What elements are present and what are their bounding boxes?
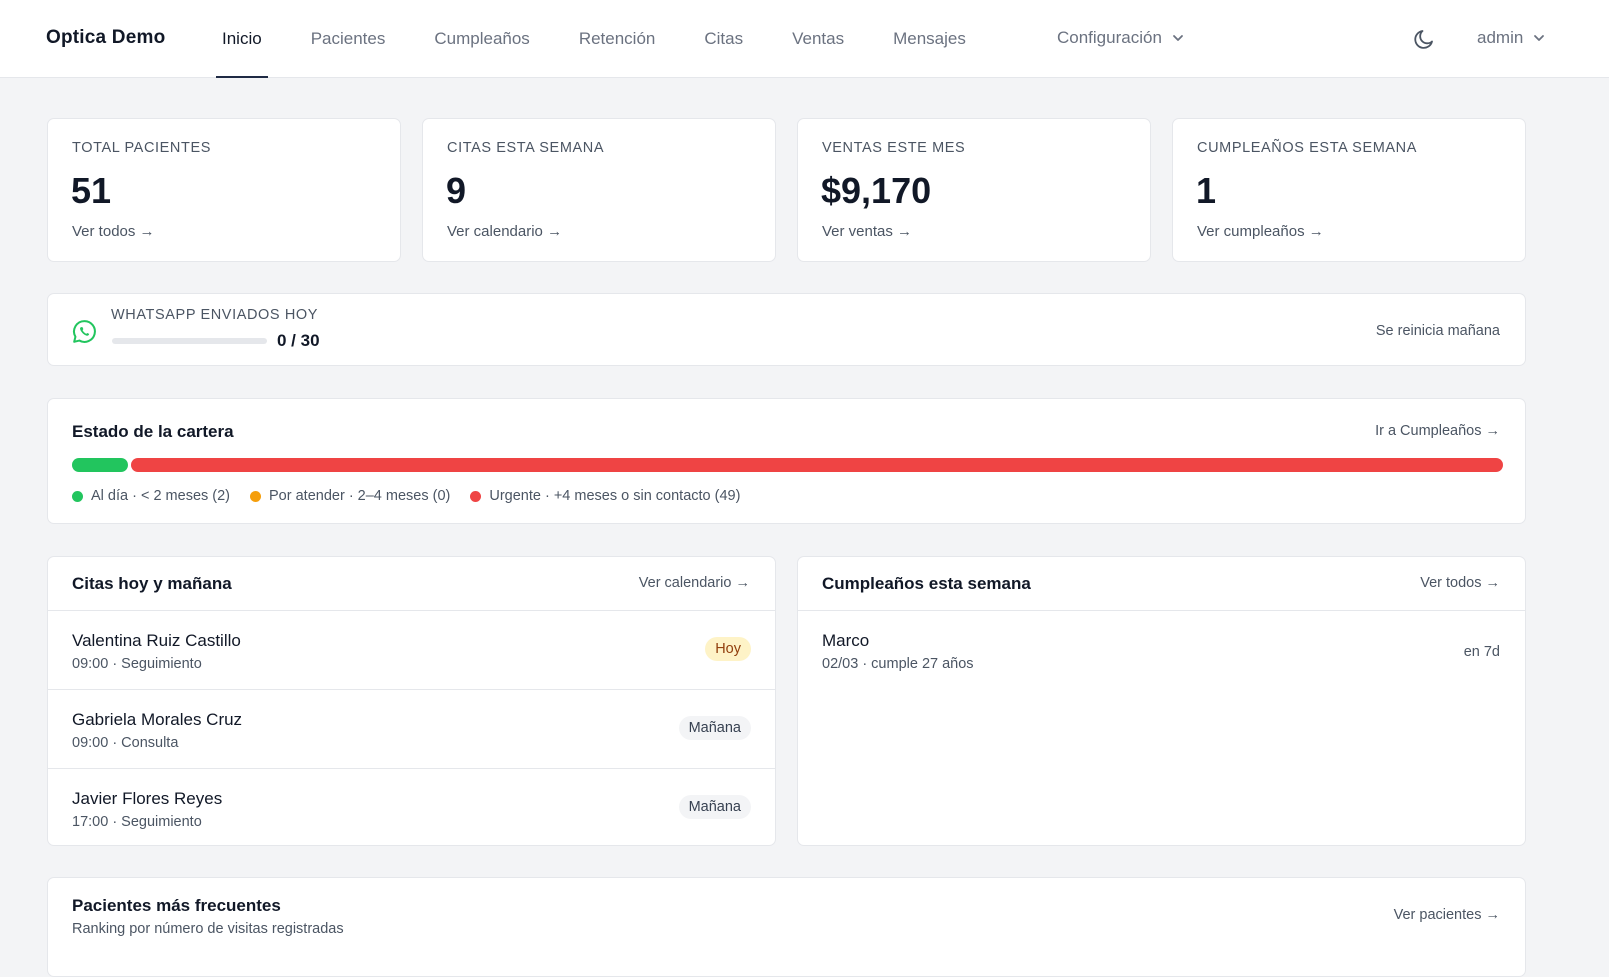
green-dot: [72, 490, 83, 502]
appointment-row[interactable]: Gabriela Morales Cruz 09:00 · Consulta M…: [48, 690, 775, 769]
stat-label: CITAS ESTA SEMANA: [447, 140, 605, 156]
whatsapp-icon: [73, 320, 96, 343]
whatsapp-progress-bar: [112, 338, 267, 344]
whatsapp-reset-note: Se reinicia mañana: [1375, 323, 1500, 339]
stat-link-ver-ventas[interactable]: Ver ventas →: [822, 223, 912, 240]
frequent-patients-panel: Pacientes más frecuentes Ranking por núm…: [47, 877, 1526, 977]
stat-link-ver-calendario[interactable]: Ver calendario →: [447, 223, 562, 240]
appointments-panel: Citas hoy y mañana Ver calendario → Vale…: [47, 556, 776, 846]
panel-header: Cumpleaños esta semana Ver todos →: [798, 557, 1525, 611]
frequent-title: Pacientes más frecuentes: [72, 896, 281, 915]
chevron-down-icon: [1173, 35, 1183, 41]
panel-header: Citas hoy y mañana Ver calendario →: [48, 557, 775, 611]
appointment-patient-name: Javier Flores Reyes: [72, 789, 223, 808]
appointment-detail: 17:00 · Seguimiento: [72, 814, 202, 830]
top-navbar: Optica Demo Inicio Pacientes Cumpleaños …: [0, 0, 1609, 78]
stat-value: 9: [446, 170, 467, 211]
birthdays-panel: Cumpleaños esta semana Ver todos → Marco…: [797, 556, 1526, 846]
whatsapp-count: 0 / 30: [277, 331, 320, 350]
portfolio-title: Estado de la cartera: [72, 422, 234, 441]
stat-card-citas-semana: CITAS ESTA SEMANA 9 Ver calendario →: [422, 118, 776, 262]
frequent-link-ver-pacientes[interactable]: Ver pacientes →: [1394, 907, 1500, 923]
birthday-patient-name: Marco: [822, 631, 870, 650]
nav-item-pacientes[interactable]: Pacientes: [311, 0, 386, 78]
chevron-down-icon: [1534, 35, 1545, 41]
stat-value: $9,170: [821, 170, 932, 211]
portfolio-segment-al-dia: [72, 458, 128, 472]
birthday-detail: 02/03 · cumple 27 años: [822, 656, 974, 672]
legend-label: Urgente · +4 meses o sin contacto (49): [489, 488, 741, 504]
stat-label: CUMPLEAÑOS ESTA SEMANA: [1197, 140, 1418, 156]
frequent-subtitle: Ranking por número de visitas registrada…: [72, 921, 344, 937]
stat-value: 51: [71, 170, 112, 211]
birthday-countdown: en 7d: [1463, 644, 1500, 660]
legend-label: Al día · < 2 meses (2): [91, 488, 231, 504]
appointments-link-calendario[interactable]: Ver calendario →: [639, 575, 750, 591]
legend-label: Por atender · 2–4 meses (0): [269, 488, 451, 504]
orange-dot: [250, 490, 262, 502]
portfolio-status-card: Estado de la cartera Ir a Cumpleaños → A…: [47, 398, 1526, 524]
nav-item-ventas[interactable]: Ventas: [792, 0, 844, 78]
portfolio-link-cumpleanos[interactable]: Ir a Cumpleaños →: [1375, 423, 1500, 439]
brand-name[interactable]: Optica Demo: [46, 27, 165, 49]
user-menu[interactable]: admin: [1477, 28, 1545, 48]
nav-items: Inicio Pacientes Cumpleaños Retención Ci…: [216, 0, 1015, 78]
legend-item-urgente: Urgente · +4 meses o sin contacto (49): [470, 488, 740, 504]
portfolio-segment-urgente: [131, 458, 1503, 472]
stat-card-cumpleanos-semana: CUMPLEAÑOS ESTA SEMANA 1 Ver cumpleaños …: [1172, 118, 1526, 262]
appointment-detail: 09:00 · Seguimiento: [72, 656, 202, 672]
status-badge: Hoy: [705, 637, 751, 661]
appointment-detail: 09:00 · Consulta: [72, 735, 179, 751]
user-label: admin: [1477, 28, 1524, 47]
stat-link-ver-cumpleanos[interactable]: Ver cumpleaños →: [1197, 223, 1324, 240]
status-badge: Mañana: [678, 795, 751, 819]
stat-card-ventas-mes: VENTAS ESTE MES $9,170 Ver ventas →: [797, 118, 1151, 262]
portfolio-bar: [72, 458, 1503, 472]
appointments-title: Citas hoy y mañana: [72, 574, 232, 593]
appointment-row[interactable]: Valentina Ruiz Castillo 09:00 · Seguimie…: [48, 611, 775, 690]
nav-item-retencion[interactable]: Retención: [579, 0, 656, 78]
nav-item-citas[interactable]: Citas: [704, 0, 743, 78]
legend-item-al-dia: Al día · < 2 meses (2): [72, 488, 230, 504]
moon-icon[interactable]: [1412, 27, 1436, 51]
stat-label: TOTAL PACIENTES: [72, 140, 211, 156]
portfolio-legend: Al día · < 2 meses (2) Por atender · 2–4…: [72, 488, 740, 504]
whatsapp-card: WHATSAPP ENVIADOS HOY 0 / 30 Se reinicia…: [47, 293, 1526, 366]
nav-item-cumpleanos[interactable]: Cumpleaños: [434, 0, 529, 78]
whatsapp-label: WHATSAPP ENVIADOS HOY: [111, 307, 319, 323]
red-dot: [470, 490, 482, 502]
birthday-row[interactable]: Marco 02/03 · cumple 27 años en 7d: [798, 611, 1525, 690]
birthdays-link-ver-todos[interactable]: Ver todos →: [1420, 575, 1500, 591]
appointment-patient-name: Valentina Ruiz Castillo: [72, 631, 241, 650]
stat-value: 1: [1196, 170, 1217, 211]
appointment-row[interactable]: Javier Flores Reyes 17:00 · Seguimiento …: [48, 769, 775, 845]
birthdays-title: Cumpleaños esta semana: [822, 574, 1031, 593]
legend-item-por-atender: Por atender · 2–4 meses (0): [250, 488, 450, 504]
config-label: Configuración: [1057, 28, 1162, 47]
nav-item-mensajes[interactable]: Mensajes: [893, 0, 966, 78]
status-badge: Mañana: [678, 716, 751, 740]
stat-card-total-pacientes: TOTAL PACIENTES 51 Ver todos →: [47, 118, 401, 262]
stat-label: VENTAS ESTE MES: [822, 140, 966, 156]
appointment-patient-name: Gabriela Morales Cruz: [72, 710, 243, 729]
config-dropdown[interactable]: Configuración: [1057, 28, 1184, 48]
nav-item-inicio[interactable]: Inicio: [216, 0, 268, 78]
stat-link-ver-todos[interactable]: Ver todos →: [72, 223, 155, 240]
